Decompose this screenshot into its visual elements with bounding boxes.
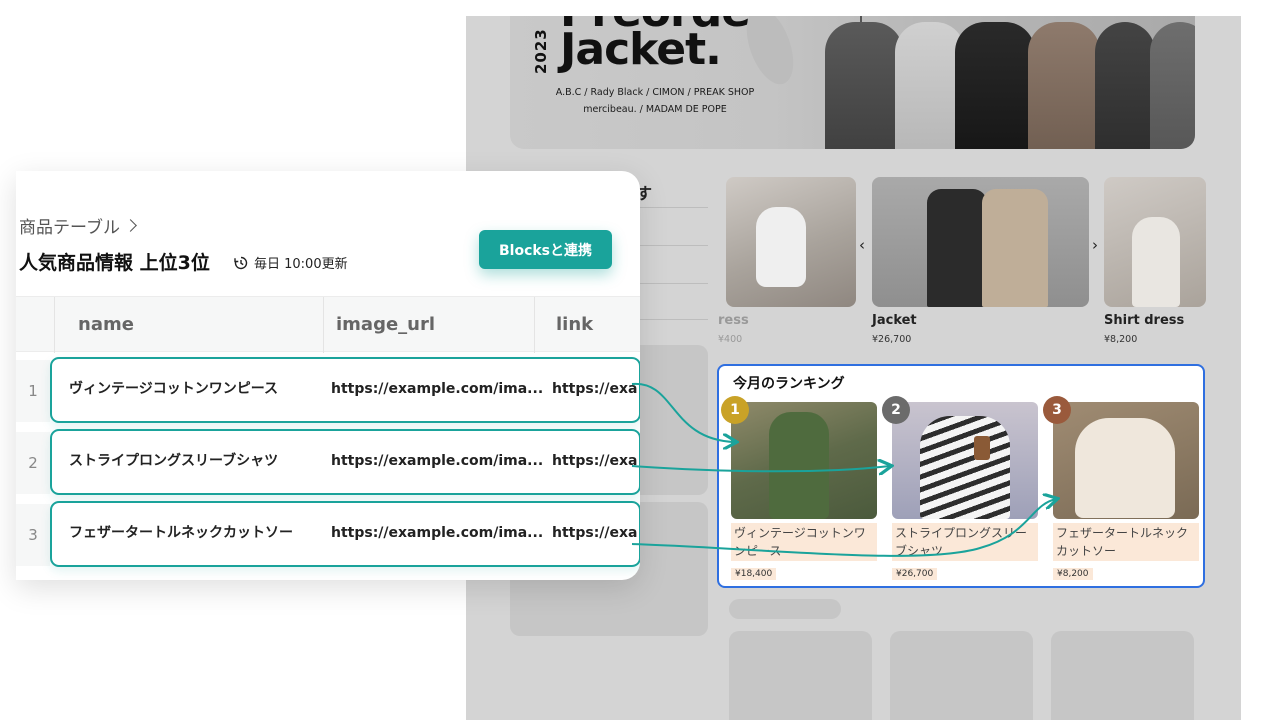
leather-jacket-image	[955, 22, 1035, 149]
hero-title: Jacket.	[560, 24, 722, 75]
column-header-image-url[interactable]: image_url	[312, 297, 435, 353]
brown-coat-image	[1028, 22, 1100, 149]
page-title: 人気商品情報 上位3位	[19, 252, 210, 274]
carousel-label: ress	[718, 313, 749, 328]
stage: 2023 Preorder Jacket. A.B.C / Rady Black…	[0, 0, 1280, 720]
cell-image-url[interactable]: https://example.com/ima...	[331, 503, 553, 564]
breadcrumb[interactable]: 商品テーブル	[19, 213, 137, 238]
breadcrumb-label: 商品テーブル	[19, 218, 120, 238]
cell-image-url[interactable]: https://example.com/ima...	[331, 359, 553, 420]
ranking-image	[1053, 402, 1199, 519]
carousel-image-shirt-dress[interactable]	[1104, 177, 1206, 307]
ranking-item-price: ¥8,200	[1053, 568, 1093, 580]
column-header-name[interactable]: name	[54, 297, 134, 353]
ranking-item-name: ヴィンテージコットンワンピース	[731, 523, 877, 561]
hero-brands-line1: A.B.C / Rady Black / CIMON / PREAK SHOP	[555, 87, 755, 98]
coat-image	[825, 22, 903, 149]
cell-name[interactable]: ストライプロングスリーブシャツ	[69, 431, 331, 492]
hero-banner: 2023 Preorder Jacket. A.B.C / Rady Black…	[510, 16, 1195, 149]
row-index: 3	[16, 504, 50, 566]
rank-badge: 2	[882, 396, 910, 424]
ranking-item-2[interactable]: 2 ストライプロングスリーブシャツ ¥26,700	[882, 396, 1038, 580]
table-row[interactable]: フェザータートルネックカットソー https://example.com/ima…	[50, 501, 640, 567]
blocks-link-button[interactable]: Blocksと連携	[479, 230, 612, 269]
ranking-item-name: ストライプロングスリーブシャツ	[892, 523, 1038, 561]
ranking-item-1[interactable]: 1 ヴィンテージコットンワンピース ¥18,400	[721, 396, 877, 580]
placeholder-block	[1051, 631, 1194, 720]
chevron-left-icon[interactable]: ‹	[859, 236, 865, 254]
chevron-right-icon	[124, 219, 137, 232]
cell-link[interactable]: https://exa	[552, 359, 639, 420]
carousel-image-jacket[interactable]	[872, 177, 1089, 307]
product-table-panel: 商品テーブル 人気商品情報 上位3位 毎日 10:00更新 Blocksと連携 …	[16, 171, 640, 580]
ranking-item-price: ¥18,400	[731, 568, 777, 580]
history-icon	[234, 256, 248, 269]
hat-image	[737, 16, 803, 91]
table-row[interactable]: ヴィンテージコットンワンピース https://example.com/ima.…	[50, 357, 640, 423]
rank-badge: 3	[1043, 396, 1071, 424]
cell-link[interactable]: https://exa	[552, 431, 639, 492]
hero-brands-line2: mercibeau. / MADAM DE POPE	[583, 104, 727, 115]
ranking-image	[731, 402, 877, 519]
gray-coat-image	[1150, 22, 1195, 149]
update-text: 毎日 10:00更新	[254, 257, 348, 272]
dark-coat-image	[1095, 22, 1155, 149]
ranking-item-3[interactable]: 3 フェザータートルネックカットソー ¥8,200	[1043, 396, 1199, 580]
ranking-item-name: フェザータートルネックカットソー	[1053, 523, 1199, 561]
chevron-right-icon[interactable]: ›	[1092, 236, 1098, 254]
cell-name[interactable]: ヴィンテージコットンワンピース	[69, 359, 331, 420]
carousel-price: ¥400	[718, 334, 743, 345]
column-header-link[interactable]: link	[532, 297, 593, 353]
hero-year: 2023	[532, 28, 550, 74]
hero-brands: A.B.C / Rady Black / CIMON / PREAK SHOP …	[538, 84, 772, 118]
table-row[interactable]: ストライプロングスリーブシャツ https://example.com/ima.…	[50, 429, 640, 495]
carousel-label: Shirt dress	[1104, 313, 1185, 328]
cell-name[interactable]: フェザータートルネックカットソー	[69, 503, 331, 564]
row-index: 1	[16, 360, 50, 422]
carousel-price: ¥8,200	[1104, 334, 1138, 345]
ranking-section: 今月のランキング 1 ヴィンテージコットンワンピース ¥18,400 2 ストラ…	[717, 364, 1205, 588]
update-schedule: 毎日 10:00更新	[234, 253, 348, 272]
cell-image-url[interactable]: https://example.com/ima...	[331, 431, 553, 492]
placeholder-block	[890, 631, 1033, 720]
ranking-item-price: ¥26,700	[892, 568, 938, 580]
row-index: 2	[16, 432, 50, 494]
table-header: name image_url link	[16, 296, 640, 353]
carousel-label: Jacket	[872, 313, 917, 328]
placeholder-block	[729, 631, 872, 720]
carousel-image-dress[interactable]	[726, 177, 856, 307]
cell-link[interactable]: https://exa	[552, 503, 639, 564]
rank-badge: 1	[721, 396, 749, 424]
ranking-image	[892, 402, 1038, 519]
placeholder-pill	[729, 599, 841, 619]
ranking-title: 今月のランキング	[733, 376, 845, 392]
carousel-price: ¥26,700	[872, 334, 912, 345]
